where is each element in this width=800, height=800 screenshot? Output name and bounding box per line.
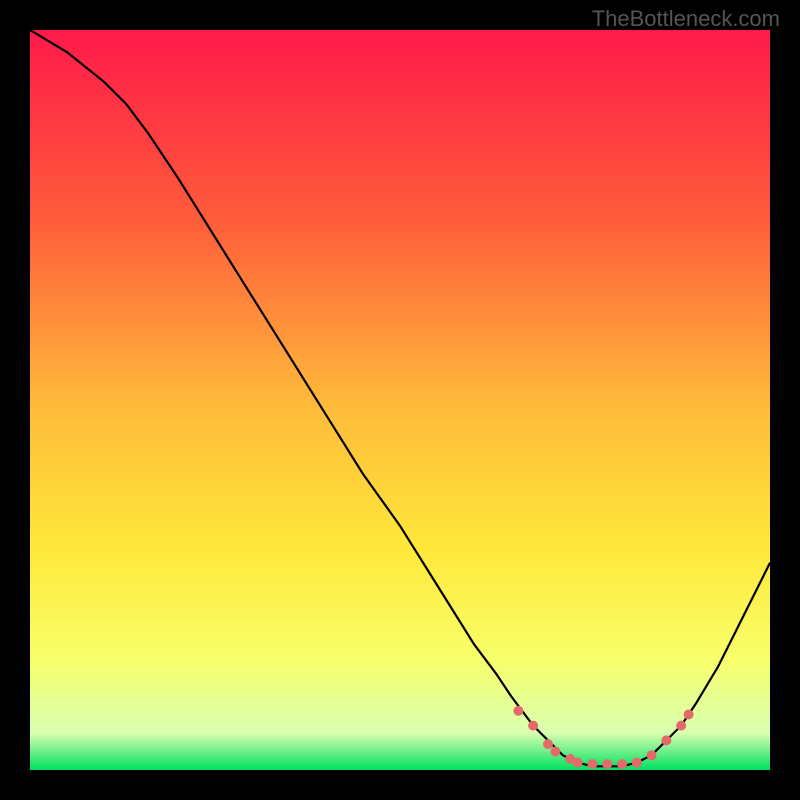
highlight-dot (573, 758, 583, 768)
highlight-dot (587, 759, 597, 769)
highlight-dot (661, 735, 671, 745)
highlight-dot (676, 721, 686, 731)
highlight-dot (513, 706, 523, 716)
highlight-dots (513, 706, 693, 769)
highlight-dot (647, 750, 657, 760)
watermark-text: TheBottleneck.com (592, 6, 780, 32)
highlight-dot (602, 759, 612, 769)
highlight-dot (632, 758, 642, 768)
highlight-dot (528, 721, 538, 731)
highlight-dot (684, 710, 694, 720)
highlight-dot (617, 759, 627, 769)
curve-layer (30, 30, 770, 770)
bottleneck-curve (30, 30, 770, 766)
plot-area (30, 30, 770, 770)
highlight-dot (550, 747, 560, 757)
highlight-dot (543, 739, 553, 749)
